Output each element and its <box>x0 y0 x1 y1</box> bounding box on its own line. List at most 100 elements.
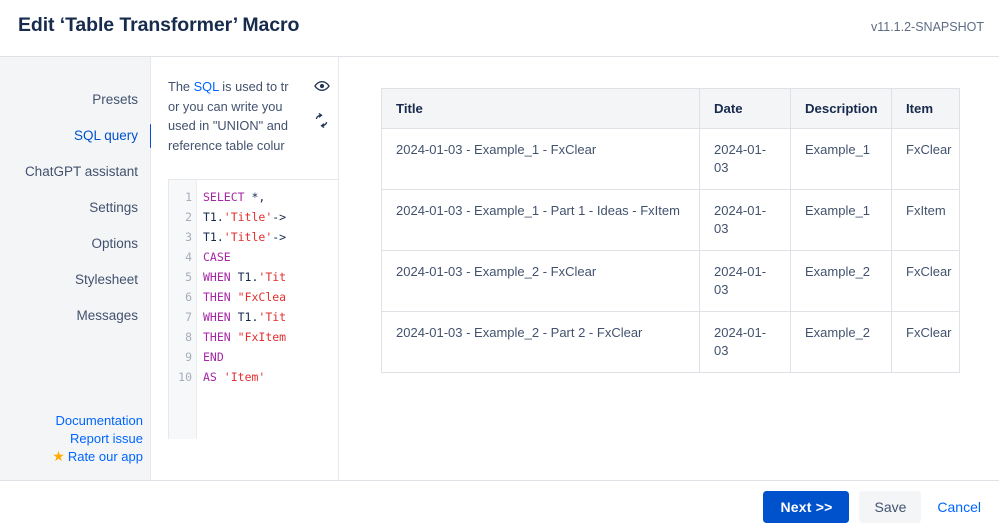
code-token: T1. <box>230 310 259 324</box>
cancel-button[interactable]: Cancel <box>931 491 987 523</box>
code-token: T1. <box>230 270 259 284</box>
code-token: SELECT <box>203 190 245 204</box>
table-cell-title: 2024-01-03 - Example_2 - FxClear <box>381 250 700 312</box>
result-preview-pane: Title Date Description Item 2024-01-03 -… <box>340 57 999 480</box>
sidebar-item-presets[interactable]: Presets <box>0 82 151 118</box>
table-body: 2024-01-03 - Example_1 - FxClear 2024-01-… <box>381 128 960 373</box>
documentation-link[interactable]: Documentation <box>0 411 143 429</box>
desc-line3: used in "UNION" and <box>168 118 289 133</box>
code-line: SELECT *, <box>203 187 338 207</box>
table-cell-title: 2024-01-03 - Example_1 - FxClear <box>381 128 700 190</box>
code-token: T1. <box>203 230 224 244</box>
line-number: 10 <box>178 370 192 384</box>
table-cell-date: 2024-01-03 <box>699 311 791 373</box>
footer-actions: Next >> Save Cancel <box>763 491 987 523</box>
code-line: WHEN T1.'Tit <box>203 267 338 287</box>
table-cell-date: 2024-01-03 <box>699 250 791 312</box>
page-title: Edit ‘Table Transformer’ Macro <box>18 14 300 36</box>
sidebar-item-options[interactable]: Options <box>0 226 151 262</box>
line-number: 3 <box>185 230 192 244</box>
save-button[interactable]: Save <box>859 491 922 523</box>
code-token: T1. <box>203 210 224 224</box>
sidebar-item-settings[interactable]: Settings <box>0 190 151 226</box>
table-row: 2024-01-03 - Example_1 - FxClear 2024-01-… <box>381 128 960 190</box>
code-line: END <box>203 347 338 367</box>
code-token: THEN <box>203 290 231 304</box>
table-cell-title: 2024-01-03 - Example_2 - Part 2 - FxClea… <box>381 311 700 373</box>
desc-line1-pre: The <box>168 79 194 94</box>
sidebar-footer-links: Documentation Report issue ★ Rate our ap… <box>0 411 151 465</box>
table-row: 2024-01-03 - Example_2 - Part 2 - FxClea… <box>381 311 960 373</box>
code-token: WHEN <box>203 310 231 324</box>
sidebar-item-stylesheet[interactable]: Stylesheet <box>0 262 151 298</box>
code-line: T1.'Title'-> <box>203 227 338 247</box>
table-cell-description: Example_1 <box>790 128 892 190</box>
table-row: 2024-01-03 - Example_2 - FxClear 2024-01-… <box>381 250 960 312</box>
refresh-icon[interactable] <box>311 109 333 131</box>
code-line: THEN "FxItem <box>203 327 338 347</box>
code-line: THEN "FxClea <box>203 287 338 307</box>
code-token: 'Item' <box>223 370 266 384</box>
line-number: 9 <box>185 350 192 364</box>
table-cell-item: FxClear <box>891 250 960 312</box>
line-number: 7 <box>185 310 192 324</box>
table-cell-item: FxItem <box>891 189 960 251</box>
desc-line1-post: is used to tr <box>218 79 289 94</box>
next-button[interactable]: Next >> <box>763 491 850 523</box>
star-icon: ★ <box>52 447 65 464</box>
code-token: -> <box>272 210 287 224</box>
line-number: 5 <box>185 270 192 284</box>
column-header-description: Description <box>790 88 892 129</box>
code-token: END <box>203 350 224 364</box>
code-token: "FxClea <box>237 290 287 304</box>
table-cell-date: 2024-01-03 <box>699 189 791 251</box>
line-number: 4 <box>185 250 192 264</box>
line-number: 8 <box>185 330 192 344</box>
code-token: "FxItem <box>237 330 287 344</box>
dialog-footer: Next >> Save Cancel <box>0 480 999 528</box>
code-line: CASE <box>203 247 338 267</box>
desc-sql-keyword: SQL <box>193 79 219 94</box>
sql-code-editor[interactable]: 1 2 3 4 5 6 7 8 9 10 SELECT *, T1.'Title'-> T1.'Tit… <box>168 179 338 439</box>
code-line: AS 'Item' <box>203 367 338 387</box>
code-token: -> <box>272 230 287 244</box>
table-cell-description: Example_1 <box>790 189 892 251</box>
code-token: THEN <box>203 330 231 344</box>
line-number: 6 <box>185 290 192 304</box>
code-line: T1.'Title'-> <box>203 207 338 227</box>
desc-line4: reference table colur <box>168 137 285 153</box>
line-number: 1 <box>185 190 192 204</box>
code-token: *, <box>244 190 266 204</box>
code-token: CASE <box>203 250 231 264</box>
rate-our-app-label: Rate our app <box>67 448 143 464</box>
code-token: WHEN <box>203 270 231 284</box>
code-line-numbers: 1 2 3 4 5 6 7 8 9 10 <box>169 180 197 439</box>
table-header-row: Title Date Description Item <box>381 88 960 129</box>
code-line: WHEN T1.'Tit <box>203 307 338 327</box>
sidebar-nav: Presets SQL query ChatGPT assistant Sett… <box>0 82 152 334</box>
table-cell-item: FxClear <box>891 311 960 373</box>
table-cell-item: FxClear <box>891 128 960 190</box>
dialog-body: Presets SQL query ChatGPT assistant Sett… <box>0 57 999 480</box>
result-table: Title Date Description Item 2024-01-03 -… <box>381 88 960 373</box>
table-row: 2024-01-03 - Example_1 - Part 1 - Ideas … <box>381 189 960 251</box>
sidebar-item-chatgpt-assistant[interactable]: ChatGPT assistant <box>0 154 151 190</box>
code-token: 'Tit <box>258 310 287 324</box>
eye-icon[interactable] <box>311 75 333 97</box>
table-cell-description: Example_2 <box>790 250 892 312</box>
table-cell-description: Example_2 <box>790 311 892 373</box>
macro-editor-dialog: Edit ‘Table Transformer’ Macro v11.1.2-S… <box>0 0 999 528</box>
dialog-header: Edit ‘Table Transformer’ Macro v11.1.2-S… <box>0 0 999 57</box>
sql-query-pane: The SQL is used to tr or you can write y… <box>151 57 339 480</box>
sidebar-item-sql-query[interactable]: SQL query <box>0 118 152 154</box>
sidebar: Presets SQL query ChatGPT assistant Sett… <box>0 57 152 480</box>
rate-our-app-link[interactable]: ★ Rate our app <box>0 447 143 465</box>
code-content[interactable]: SELECT *, T1.'Title'-> T1.'Title'-> CASE WHE… <box>197 180 338 439</box>
report-issue-link[interactable]: Report issue <box>0 429 143 447</box>
line-number: 2 <box>185 210 192 224</box>
sidebar-item-messages[interactable]: Messages <box>0 298 151 334</box>
code-token: 'Tit <box>258 270 287 284</box>
